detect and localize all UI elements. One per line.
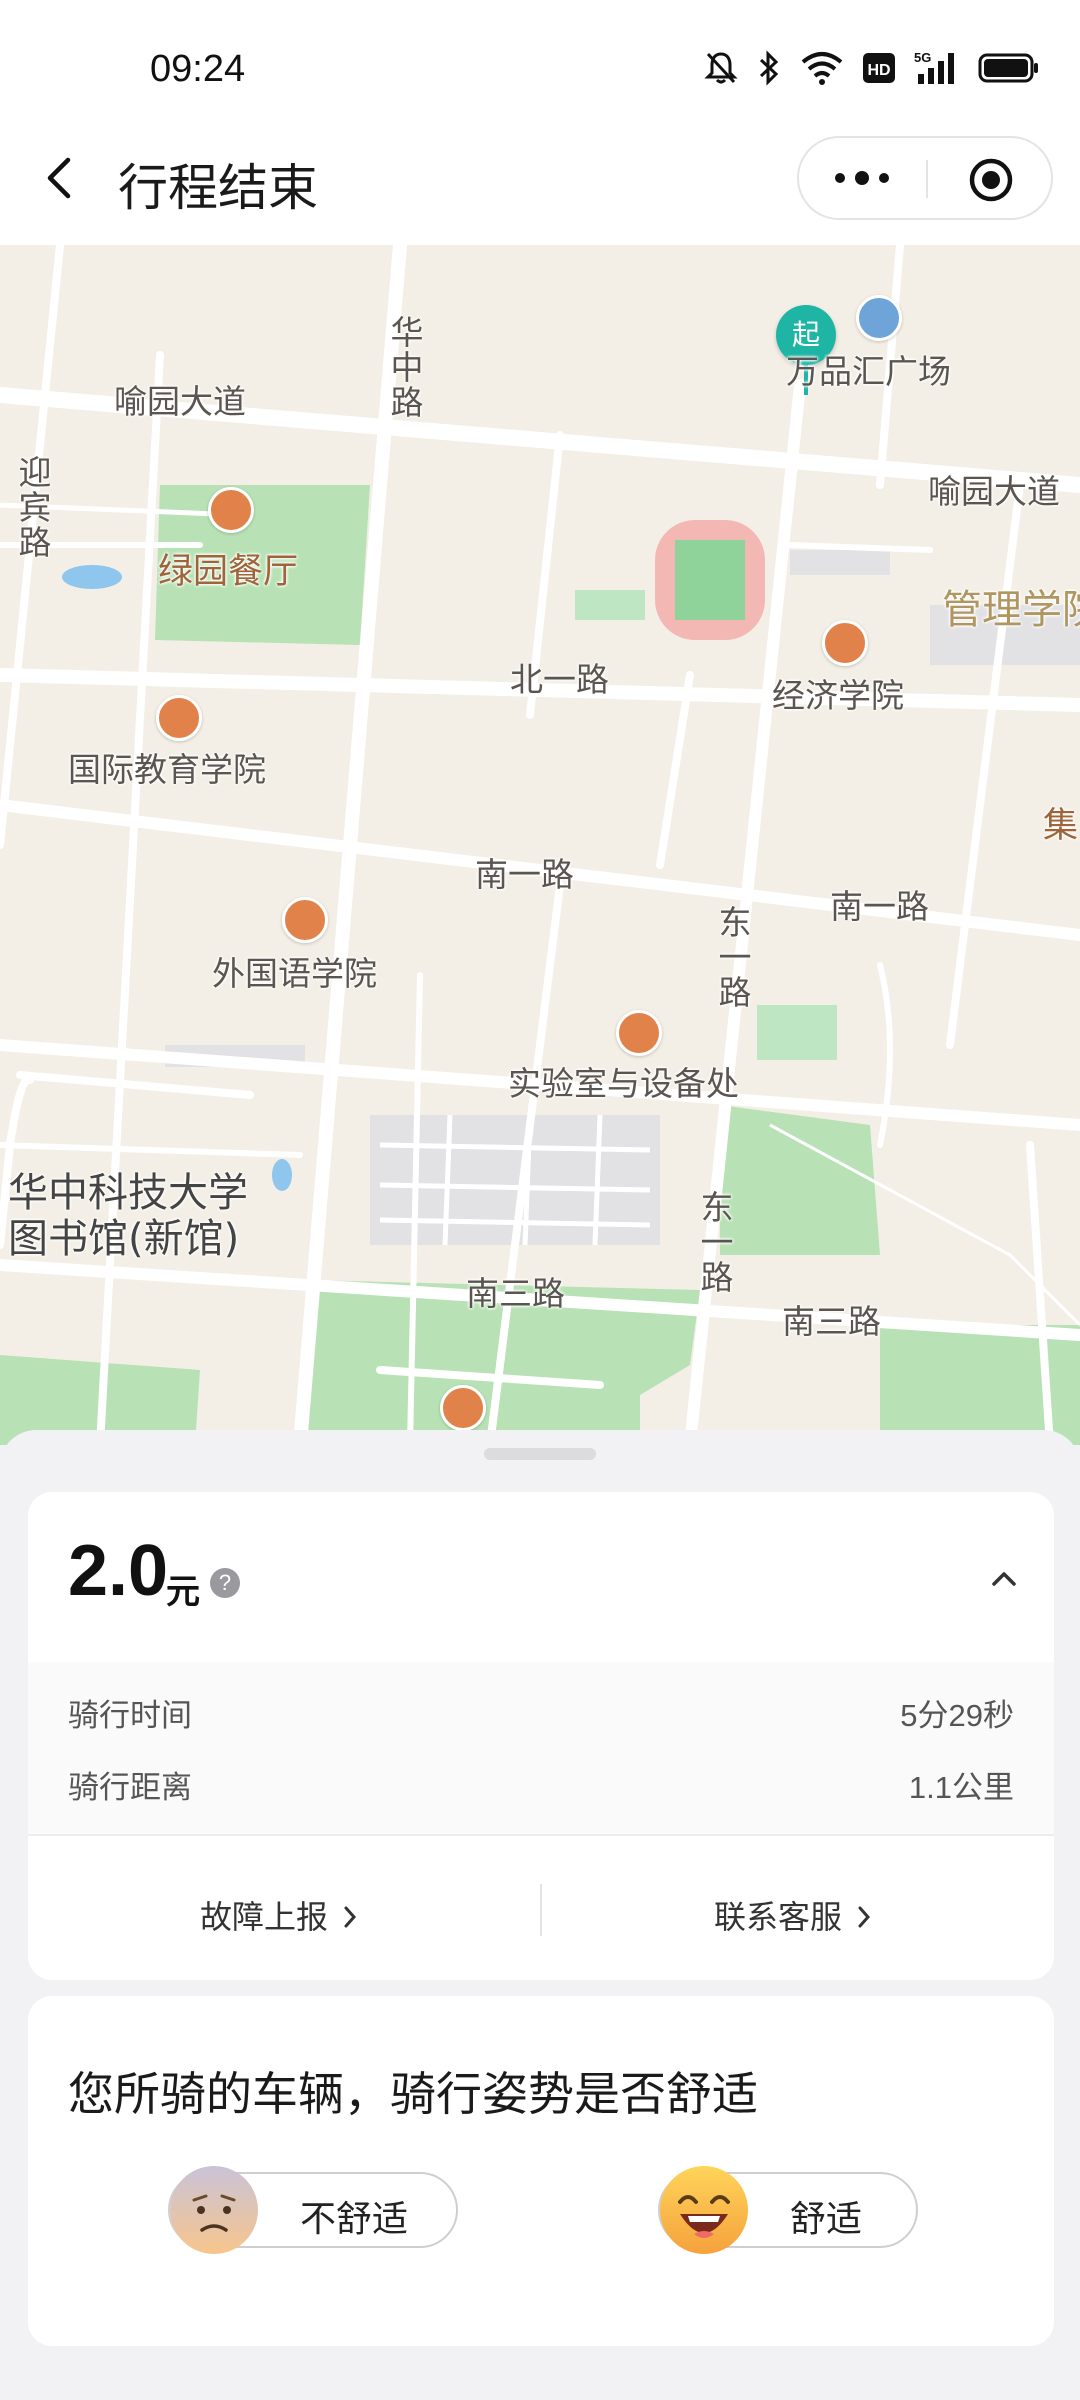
- contact-service-label: 联系客服: [714, 1898, 843, 1936]
- chevron-up-icon: [992, 1572, 1016, 1586]
- route-map[interactable]: 起 喻园大道 喻园大道 华中路 迎宾路 北一路 南一路 南一路 东一路 东一路 …: [0, 245, 1080, 1445]
- battery-icon: [978, 52, 1040, 88]
- back-button[interactable]: [30, 148, 90, 208]
- school-icon: [616, 1010, 662, 1056]
- restaurant-icon: [208, 487, 254, 533]
- poi-label: 万品汇广场: [786, 352, 951, 391]
- poi-label: 集: [1043, 806, 1079, 846]
- ride-distance-value: 1.1公里: [908, 1770, 1014, 1805]
- chevron-left-icon: [47, 157, 71, 199]
- road-label: 南一路: [475, 855, 574, 894]
- status-bar: 09:24 HD 5G: [0, 0, 1080, 110]
- mute-bell-icon: [704, 50, 738, 90]
- close-mini-program-button[interactable]: [969, 158, 1013, 202]
- wifi-icon: [800, 50, 844, 90]
- happy-face-icon: [660, 2166, 748, 2254]
- fare-amount: 2.0: [68, 1531, 169, 1611]
- poi-label: 管理学院: [942, 587, 1080, 633]
- divider: [28, 1834, 1054, 1836]
- road-label: 华中路: [385, 315, 424, 420]
- comfort-survey-card: 您所骑的车辆，骑行姿势是否舒适 不舒适 舒适: [28, 1996, 1054, 2346]
- ride-distance-row: 骑行距离 1.1公里: [68, 1762, 1014, 1812]
- road-label: 北一路: [510, 660, 609, 699]
- poi-label: 实验室与设备处: [508, 1064, 739, 1103]
- poi-label: 国际教育学院: [68, 750, 266, 789]
- svg-text:HD: HD: [867, 62, 890, 79]
- capsule-divider: [926, 160, 928, 198]
- fare-details: 骑行时间 5分29秒 骑行距离 1.1公里: [28, 1662, 1054, 1834]
- road-label: 喻园大道: [928, 472, 1060, 511]
- report-fault-button[interactable]: 故障上报: [200, 1892, 362, 1938]
- school-icon: [156, 695, 202, 741]
- fare-unit: 元: [166, 1572, 200, 1612]
- more-button[interactable]: [827, 158, 897, 198]
- road-label: 东一路: [695, 1190, 734, 1295]
- dot-icon: [835, 173, 845, 183]
- nav-bar: 行程结束: [0, 110, 1080, 245]
- school-icon: [822, 620, 868, 666]
- shopping-icon: [856, 295, 902, 341]
- page-title: 行程结束: [118, 159, 318, 217]
- target-close-icon: [969, 158, 1013, 202]
- ride-time-label: 骑行时间: [68, 1698, 192, 1734]
- bluetooth-icon: [756, 50, 782, 90]
- fare-card: 2.0 元 ? 骑行时间 5分29秒 骑行距离 1.1公里 故障上报 联系客服: [28, 1492, 1054, 1980]
- dot-icon: [855, 171, 869, 185]
- comfortable-label: 舒适: [790, 2199, 863, 2240]
- road-label: 迎宾路: [13, 455, 52, 560]
- trip-summary-sheet: 2.0 元 ? 骑行时间 5分29秒 骑行距离 1.1公里 故障上报 联系客服: [0, 1430, 1080, 2400]
- uncomfortable-button[interactable]: 不舒适: [168, 2166, 458, 2254]
- chevron-right-icon: [344, 1906, 357, 1928]
- svg-text:5G: 5G: [914, 50, 931, 65]
- poi-label: 经济学院: [772, 676, 904, 715]
- survey-question: 您所骑的车辆，骑行姿势是否舒适: [68, 2067, 758, 2121]
- ride-distance-label: 骑行距离: [68, 1770, 192, 1806]
- collapse-button[interactable]: [984, 1558, 1024, 1598]
- chevron-right-icon: [858, 1906, 871, 1928]
- comfortable-button[interactable]: 舒适: [658, 2166, 918, 2254]
- sheet-drag-handle[interactable]: [484, 1448, 596, 1460]
- status-time: 09:24: [150, 48, 246, 90]
- poi-label: 绿园餐厅: [158, 552, 299, 592]
- ride-time-value: 5分29秒: [900, 1698, 1014, 1733]
- library-label: 华中科技大学 图书馆(新馆): [8, 1170, 248, 1262]
- road-label: 喻园大道: [114, 382, 246, 421]
- dot-icon: [879, 173, 889, 183]
- road-label: 南一路: [830, 887, 929, 926]
- sad-face-icon: [170, 2166, 258, 2254]
- contact-service-button[interactable]: 联系客服: [714, 1892, 876, 1938]
- road-label: 南三路: [466, 1274, 565, 1313]
- report-fault-label: 故障上报: [200, 1898, 329, 1936]
- road-label: 东一路: [713, 905, 752, 1010]
- hd-icon: HD: [862, 51, 896, 89]
- poi-label: 外国语学院: [212, 954, 377, 993]
- school-icon: [282, 897, 328, 943]
- school-icon: [440, 1385, 486, 1431]
- map-canvas: [0, 245, 1080, 1445]
- status-icons: HD 5G: [704, 50, 1040, 90]
- ride-time-row: 骑行时间 5分29秒: [68, 1690, 1014, 1740]
- 5g-signal-icon: 5G: [914, 50, 960, 90]
- road-label: 南三路: [782, 1302, 881, 1341]
- mini-program-capsule: [797, 136, 1053, 220]
- help-icon[interactable]: ?: [210, 1568, 240, 1598]
- action-divider: [540, 1884, 542, 1936]
- uncomfortable-label: 不舒适: [300, 2199, 409, 2240]
